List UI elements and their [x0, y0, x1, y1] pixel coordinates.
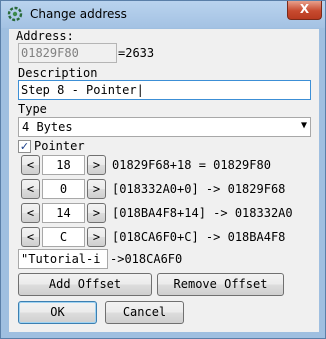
chevron-down-icon: ▼	[300, 120, 307, 131]
offset-3-decrement-button[interactable]: <	[21, 203, 40, 223]
offset-1-resolution: 01829F68+18 = 01829F80	[112, 158, 271, 172]
address-field: 01829F80	[18, 43, 117, 63]
add-offset-button[interactable]: Add Offset	[18, 273, 152, 296]
offset-2-decrement-button[interactable]: <	[21, 179, 40, 199]
pointer-checkbox[interactable]: ✓	[18, 140, 31, 153]
dialog-body: Address: 01829F80 =2633 Description Step…	[9, 29, 319, 332]
change-address-dialog: Change address X Address: 01829F80 =2633…	[0, 0, 326, 339]
offset-1-increment-button[interactable]: >	[87, 155, 106, 175]
description-label: Description	[18, 66, 98, 80]
offset-3-increment-button[interactable]: >	[87, 203, 106, 223]
address-label: Address:	[16, 29, 74, 43]
window-title: Change address	[30, 7, 127, 21]
offset-3-input[interactable]: 14	[42, 203, 85, 223]
type-label: Type	[18, 102, 47, 116]
offset-4-resolution: [018CA6F0+C] -> 018BA4F8	[112, 230, 286, 244]
offset-3-resolution: [018BA4F8+14] -> 018332A0	[112, 206, 293, 220]
type-select[interactable]: 4 Bytes ▼	[18, 117, 311, 137]
ok-button[interactable]: OK	[18, 301, 97, 324]
type-selected-value: 4 Bytes	[22, 120, 73, 134]
close-button[interactable]: X	[287, 1, 322, 20]
offset-1-input[interactable]: 18	[42, 155, 85, 175]
description-input[interactable]: Step 8 - Pointer|	[18, 80, 311, 100]
title-bar[interactable]: Change address X	[1, 1, 325, 28]
base-address-input[interactable]: "Tutorial-i	[18, 249, 108, 269]
offset-4-decrement-button[interactable]: <	[21, 227, 40, 247]
offset-1-decrement-button[interactable]: <	[21, 155, 40, 175]
address-result: =2633	[118, 46, 155, 60]
cancel-button[interactable]: Cancel	[105, 301, 184, 324]
cheat-engine-icon	[7, 6, 23, 22]
offset-4-increment-button[interactable]: >	[87, 227, 106, 247]
offset-2-increment-button[interactable]: >	[87, 179, 106, 199]
offset-4-input[interactable]: C	[42, 227, 85, 247]
pointer-label: Pointer	[34, 139, 85, 153]
offset-2-input[interactable]: 0	[42, 179, 85, 199]
base-address-resolution: ->018CA6F0	[110, 252, 183, 266]
remove-offset-button[interactable]: Remove Offset	[157, 273, 284, 296]
offset-2-resolution: [018332A0+0] -> 01829F68	[112, 182, 286, 196]
